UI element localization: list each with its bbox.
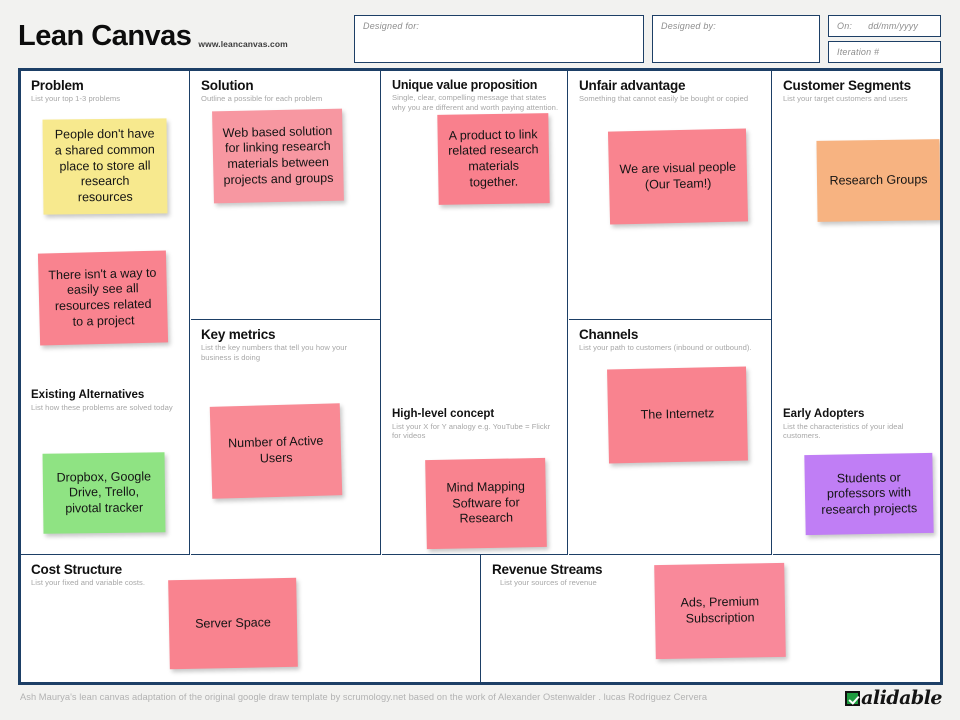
page-title: Lean Canvas bbox=[18, 20, 192, 52]
cell-unfair-advantage-header: Unfair advantage Something that cannot e… bbox=[569, 71, 771, 104]
sticky-note[interactable]: A product to link related research mater… bbox=[437, 113, 550, 205]
validable-logo: alidable bbox=[845, 689, 942, 708]
sticky-note[interactable]: We are visual people (Our Team!) bbox=[607, 128, 749, 225]
footer-credit: Ash Maurya's lean canvas adaptation of t… bbox=[20, 692, 708, 702]
cell-customer-segments-title: Customer Segments bbox=[783, 78, 911, 93]
page-header: Lean Canvas www.leancanvas.com Designed … bbox=[0, 0, 960, 68]
iteration-field[interactable]: Iteration # bbox=[828, 41, 941, 63]
existing-alternatives-subtitle: List how these problems are solved today bbox=[31, 402, 173, 412]
designed-by-field[interactable]: Designed by: bbox=[652, 15, 820, 63]
cell-key-metrics[interactable]: Key metrics List the key numbers that te… bbox=[191, 320, 381, 555]
page-footer: Ash Maurya's lean canvas adaptation of t… bbox=[0, 688, 960, 720]
cell-problem[interactable]: Problem List your top 1-3 problems Exist… bbox=[21, 71, 190, 555]
cell-unfair-advantage[interactable]: Unfair advantage Something that cannot e… bbox=[569, 71, 772, 320]
cell-unfair-advantage-title: Unfair advantage bbox=[579, 78, 686, 93]
high-level-concept-subtitle: List your X for Y analogy e.g. YouTube =… bbox=[392, 421, 551, 441]
date-field[interactable]: On: dd/mm/yyyy bbox=[828, 15, 941, 37]
validable-logo-text: alidable bbox=[861, 687, 942, 709]
cell-key-metrics-header: Key metrics List the key numbers that te… bbox=[191, 320, 380, 362]
iteration-label: Iteration # bbox=[837, 47, 880, 57]
cell-uvp-title: Unique value proposition bbox=[392, 78, 538, 92]
cell-problem-header: Problem List your top 1-3 problems bbox=[21, 71, 189, 104]
brand: Lean Canvas www.leancanvas.com bbox=[18, 22, 288, 51]
existing-alternatives-header: Existing Alternatives List how these pro… bbox=[21, 389, 181, 412]
sticky-note[interactable]: The Internetz bbox=[607, 366, 748, 464]
cell-cost-structure[interactable]: Cost Structure List your fixed and varia… bbox=[21, 555, 481, 682]
early-adopters-header: Early Adopters List the characteristics … bbox=[773, 408, 940, 441]
checkbox-checked-icon bbox=[845, 691, 861, 706]
existing-alternatives-title: Existing Alternatives bbox=[31, 389, 145, 401]
cell-problem-subtitle: List your top 1-3 problems bbox=[31, 94, 121, 104]
early-adopters-subtitle: List the characteristics of your ideal c… bbox=[783, 421, 904, 441]
cell-solution-subtitle: Outline a possible for each problem bbox=[201, 94, 323, 104]
sticky-note[interactable]: People don't have a shared common place … bbox=[42, 118, 168, 215]
cell-revenue-streams[interactable]: Revenue Streams List your sources of rev… bbox=[482, 555, 940, 682]
sticky-note[interactable]: There isn't a way to easily see all reso… bbox=[37, 250, 169, 346]
cell-uvp-header: Unique value proposition Single, clear, … bbox=[382, 71, 567, 112]
sticky-note[interactable]: Ads, Premium Subscription bbox=[654, 562, 786, 660]
sticky-note[interactable]: Server Space bbox=[168, 577, 298, 670]
sticky-note[interactable]: Web based solution for linking research … bbox=[212, 108, 344, 204]
sticky-note[interactable]: Number of Active Users bbox=[209, 403, 343, 499]
sticky-note[interactable]: Dropbox, Google Drive, Trello, pivotal t… bbox=[42, 452, 166, 534]
early-adopters-title: Early Adopters bbox=[783, 408, 865, 420]
date-value: dd/mm/yyyy bbox=[868, 21, 919, 31]
designed-by-label: Designed by: bbox=[661, 21, 716, 31]
high-level-concept-title: High-level concept bbox=[392, 408, 495, 420]
cell-key-metrics-subtitle: List the key numbers that tell you how y… bbox=[201, 343, 348, 362]
lean-canvas-grid: Problem List your top 1-3 problems Exist… bbox=[18, 68, 943, 685]
cell-key-metrics-title: Key metrics bbox=[201, 327, 276, 342]
cell-uvp-subtitle: Single, clear, compelling message that s… bbox=[392, 93, 559, 112]
cell-customer-segments[interactable]: Customer Segments List your target custo… bbox=[773, 71, 940, 555]
cell-problem-title: Problem bbox=[31, 78, 84, 93]
sticky-note[interactable]: Research Groups bbox=[816, 139, 940, 222]
cell-channels-subtitle: List your path to customers (inbound or … bbox=[579, 343, 752, 353]
sticky-note[interactable]: Students or professors with research pro… bbox=[804, 452, 934, 536]
high-level-concept-header: High-level concept List your X for Y ana… bbox=[382, 408, 567, 441]
brand-url: www.leancanvas.com bbox=[198, 39, 288, 49]
sticky-note[interactable]: Mind Mapping Software for Research bbox=[425, 457, 547, 550]
cell-solution[interactable]: Solution Outline a possible for each pro… bbox=[191, 71, 381, 320]
cell-channels-header: Channels List your path to customers (in… bbox=[569, 320, 771, 353]
cell-unfair-advantage-subtitle: Something that cannot easily be bought o… bbox=[579, 94, 749, 104]
designed-for-field[interactable]: Designed for: bbox=[354, 15, 644, 63]
cell-channels-title: Channels bbox=[579, 327, 639, 342]
cell-solution-header: Solution Outline a possible for each pro… bbox=[191, 71, 380, 104]
cell-solution-title: Solution bbox=[201, 78, 254, 93]
cell-customer-segments-subtitle: List your target customers and users bbox=[783, 94, 908, 104]
cell-cost-structure-title: Cost Structure bbox=[31, 562, 122, 577]
designed-for-label: Designed for: bbox=[363, 21, 420, 31]
cell-unique-value-proposition[interactable]: Unique value proposition Single, clear, … bbox=[382, 71, 568, 555]
cell-channels[interactable]: Channels List your path to customers (in… bbox=[569, 320, 772, 555]
cell-customer-segments-header: Customer Segments List your target custo… bbox=[773, 71, 940, 104]
date-label: On: bbox=[837, 21, 853, 31]
